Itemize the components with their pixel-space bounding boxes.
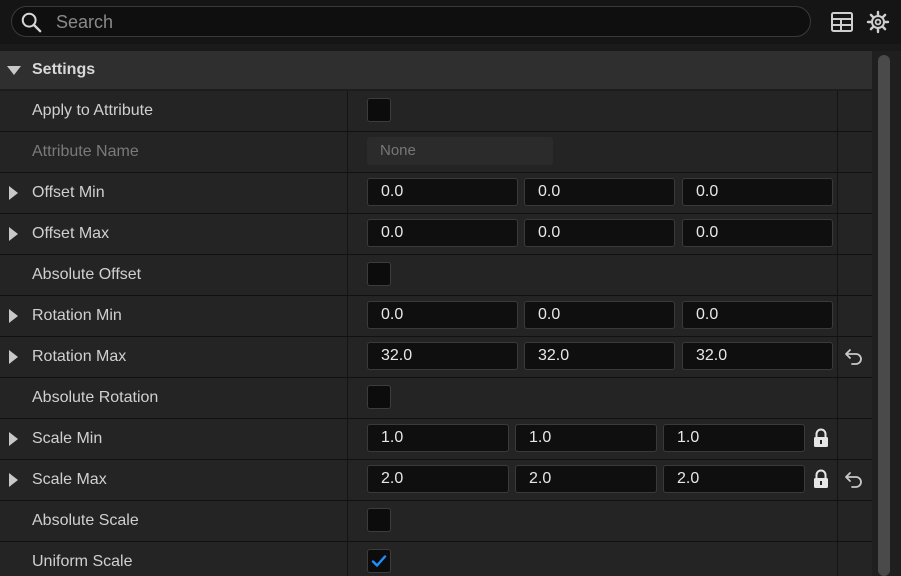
- section-title: Settings: [32, 61, 96, 78]
- rotation-max-z-field[interactable]: 32.0: [682, 342, 833, 370]
- row-absolute-scale: Absolute Scale: [0, 501, 872, 542]
- scale-max-y-field[interactable]: 2.0: [515, 465, 657, 493]
- search-box[interactable]: [11, 6, 811, 37]
- rotation-max-x-field[interactable]: 32.0: [367, 342, 518, 370]
- offset-min-x-field[interactable]: 0.0: [367, 178, 518, 206]
- lock-icon[interactable]: [812, 469, 830, 489]
- property-label: Offset Max: [32, 225, 110, 242]
- offset-min-y-field[interactable]: 0.0: [524, 178, 675, 206]
- settings-section-header[interactable]: Settings: [0, 51, 872, 89]
- property-label: Attribute Name: [32, 143, 139, 160]
- row-uniform-scale: Uniform Scale: [0, 542, 872, 576]
- offset-max-y-field[interactable]: 0.0: [524, 219, 675, 247]
- settings-panel: Settings Apply to Attribute Attribute Na…: [0, 51, 872, 576]
- row-absolute-offset: Absolute Offset: [0, 255, 872, 296]
- expand-arrow-icon[interactable]: [9, 473, 18, 487]
- table-view-icon[interactable]: [830, 10, 854, 34]
- uniform-scale-checkbox[interactable]: [367, 549, 391, 573]
- property-label: Rotation Min: [32, 307, 122, 324]
- property-rows: Apply to Attribute Attribute Name None O…: [0, 91, 872, 576]
- row-offset-max: Offset Max 0.0 0.0 0.0: [0, 214, 872, 255]
- property-label: Absolute Scale: [32, 512, 139, 529]
- property-label: Absolute Rotation: [32, 389, 159, 406]
- property-label: Absolute Offset: [32, 266, 142, 283]
- absolute-offset-checkbox[interactable]: [367, 262, 391, 286]
- scale-min-y-field[interactable]: 1.0: [515, 424, 657, 452]
- property-label: Scale Min: [32, 430, 103, 447]
- row-scale-max: Scale Max 2.0 2.0 2.0: [0, 460, 872, 501]
- expand-arrow-icon[interactable]: [9, 186, 18, 200]
- absolute-scale-checkbox[interactable]: [367, 508, 391, 532]
- details-panel: Settings Apply to Attribute Attribute Na…: [0, 0, 901, 576]
- scale-max-x-field[interactable]: 2.0: [367, 465, 509, 493]
- property-label: Rotation Max: [32, 348, 127, 365]
- property-label: Uniform Scale: [32, 553, 133, 570]
- search-icon: [21, 12, 42, 33]
- rotation-min-x-field[interactable]: 0.0: [367, 301, 518, 329]
- row-scale-min: Scale Min 1.0 1.0 1.0: [0, 419, 872, 460]
- rotation-min-y-field[interactable]: 0.0: [524, 301, 675, 329]
- search-toolbar: [0, 0, 901, 44]
- expand-arrow-icon[interactable]: [9, 227, 18, 241]
- row-rotation-min: Rotation Min 0.0 0.0 0.0: [0, 296, 872, 337]
- row-offset-min: Offset Min 0.0 0.0 0.0: [0, 173, 872, 214]
- row-attribute-name: Attribute Name None: [0, 132, 872, 173]
- attribute-name-field: None: [367, 137, 553, 165]
- expand-arrow-icon[interactable]: [9, 350, 18, 364]
- row-rotation-max: Rotation Max 32.0 32.0 32.0: [0, 337, 872, 378]
- offset-max-z-field[interactable]: 0.0: [682, 219, 833, 247]
- settings-gear-icon[interactable]: [866, 10, 890, 34]
- scale-min-x-field[interactable]: 1.0: [367, 424, 509, 452]
- lock-icon[interactable]: [812, 428, 830, 448]
- row-absolute-rotation: Absolute Rotation: [0, 378, 872, 419]
- property-label: Apply to Attribute: [32, 102, 153, 119]
- row-apply-to-attribute: Apply to Attribute: [0, 91, 872, 132]
- apply-to-attribute-checkbox[interactable]: [367, 98, 391, 122]
- expand-arrow-icon[interactable]: [9, 432, 18, 446]
- property-label: Offset Min: [32, 184, 105, 201]
- expand-arrow-icon[interactable]: [9, 309, 18, 323]
- reset-to-default-icon[interactable]: [844, 347, 864, 365]
- search-input[interactable]: [54, 9, 798, 36]
- absolute-rotation-checkbox[interactable]: [367, 385, 391, 409]
- scale-min-z-field[interactable]: 1.0: [663, 424, 805, 452]
- rotation-max-y-field[interactable]: 32.0: [524, 342, 675, 370]
- reset-to-default-icon[interactable]: [844, 470, 864, 488]
- checkmark-icon: [371, 555, 387, 567]
- offset-max-x-field[interactable]: 0.0: [367, 219, 518, 247]
- property-label: Scale Max: [32, 471, 107, 488]
- rotation-min-z-field[interactable]: 0.0: [682, 301, 833, 329]
- collapse-arrow-icon[interactable]: [7, 66, 21, 75]
- scale-max-z-field[interactable]: 2.0: [663, 465, 805, 493]
- attribute-name-value: None: [380, 142, 416, 159]
- offset-min-z-field[interactable]: 0.0: [682, 178, 833, 206]
- scrollbar-thumb[interactable]: [878, 55, 890, 576]
